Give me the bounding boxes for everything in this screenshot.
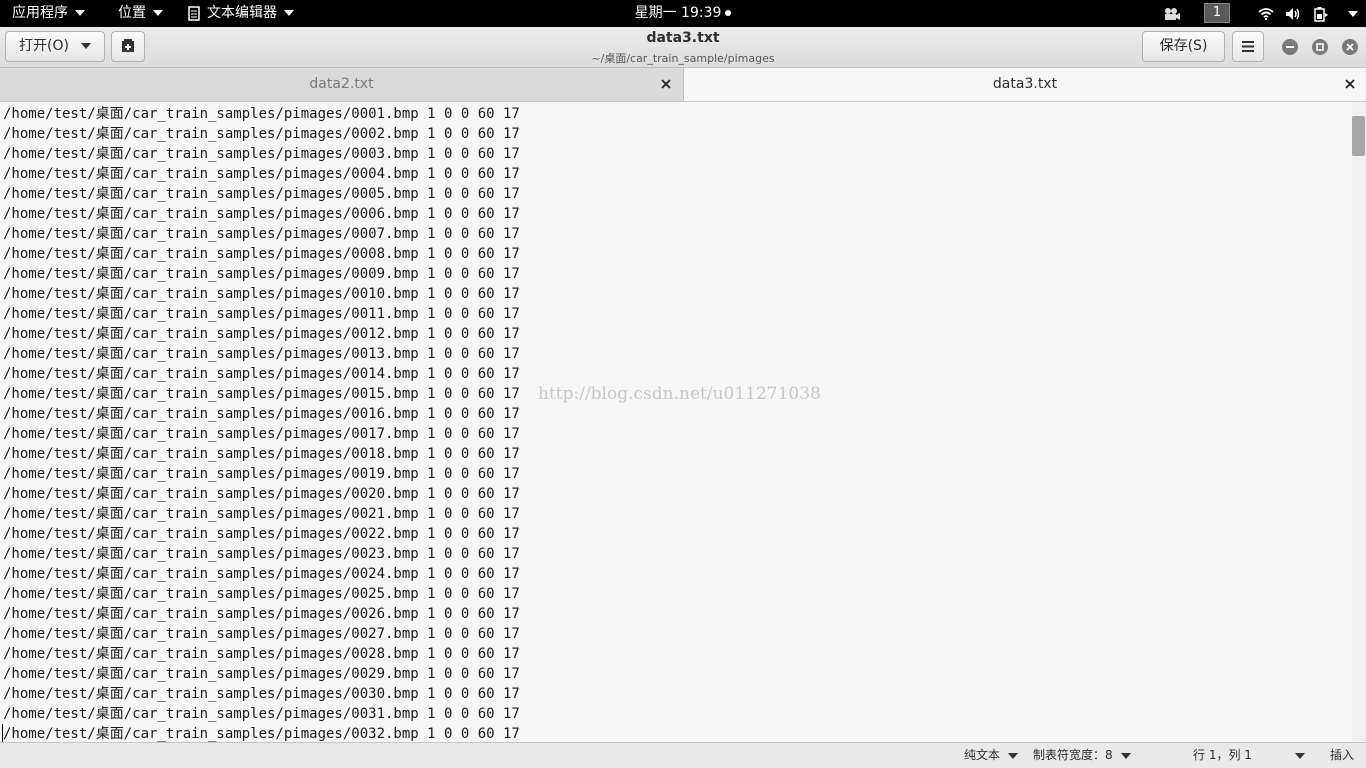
text-line: /home/test/桌面/car_train_samples/pimages/… (3, 466, 520, 482)
vertical-scrollbar[interactable] (1352, 102, 1366, 742)
tab-label: data3.txt (992, 76, 1058, 92)
hamburger-menu-button[interactable] (1232, 31, 1264, 62)
text-line: /home/test/桌面/car_train_samples/pimages/… (3, 306, 520, 322)
minimize-button[interactable] (1282, 39, 1298, 55)
cursor-position-label: 行 1，列 1 (1193, 748, 1252, 762)
text-line: /home/test/桌面/car_train_samples/pimages/… (3, 566, 520, 582)
text-line: /home/test/桌面/car_train_samples/pimages/… (3, 246, 520, 262)
close-tab-icon[interactable] (658, 76, 674, 92)
text-line: /home/test/桌面/car_train_samples/pimages/… (3, 686, 520, 702)
text-view[interactable]: /home/test/桌面/car_train_samples/pimages/… (0, 102, 1352, 742)
maximize-icon (1316, 43, 1324, 51)
camera-icon[interactable] (1163, 0, 1181, 27)
text-line: /home/test/桌面/car_train_samples/pimages/… (3, 426, 520, 442)
close-tab-icon[interactable] (1342, 76, 1358, 92)
text-lines: /home/test/桌面/car_train_samples/pimages/… (3, 104, 520, 742)
text-line: /home/test/桌面/car_train_samples/pimages/… (3, 266, 520, 282)
text-line: /home/test/桌面/car_train_samples/pimages/… (3, 386, 520, 402)
clock[interactable]: 星期一 19:39 (0, 0, 1366, 27)
notification-dot-icon (725, 10, 732, 16)
text-line: /home/test/桌面/car_train_samples/pimages/… (3, 446, 520, 462)
text-line: /home/test/桌面/car_train_samples/pimages/… (3, 286, 520, 302)
tab-label: data2.txt (309, 76, 374, 92)
tab-width-label: 制表符宽度：8 (1033, 748, 1113, 762)
tab-bar: data2.txt data3.txt (0, 68, 1366, 102)
clock-label: 星期一 19:39 (634, 5, 722, 21)
hamburger-menu-icon (1242, 40, 1254, 52)
text-line: /home/test/桌面/car_train_samples/pimages/… (3, 626, 520, 642)
watermark: http://blog.csdn.net/u011271038 (538, 384, 821, 404)
close-window-button[interactable] (1342, 39, 1358, 55)
maximize-button[interactable] (1312, 39, 1328, 55)
chevron-down-icon (1120, 752, 1131, 759)
chevron-down-icon (1008, 752, 1019, 759)
wifi-icon[interactable] (1258, 0, 1274, 27)
chevron-down-icon (1295, 753, 1305, 759)
battery-icon[interactable] (1313, 0, 1329, 27)
text-line: /home/test/桌面/car_train_samples/pimages/… (3, 706, 520, 722)
text-line: /home/test/桌面/car_train_samples/pimages/… (3, 546, 520, 562)
text-line: /home/test/桌面/car_train_samples/pimages/… (3, 346, 520, 362)
save-button-label: 保存(S) (1159, 38, 1208, 54)
status-bar: 纯文本 制表符宽度：8 行 1，列 1 插入 (0, 742, 1366, 768)
text-line: /home/test/桌面/car_train_samples/pimages/… (3, 326, 520, 342)
text-line: /home/test/桌面/car_train_samples/pimages/… (3, 486, 520, 502)
language-label: 纯文本 (964, 748, 1001, 762)
top-panel: 应用程序 位置 文本编辑器 星期一 19:39 1 (0, 0, 1366, 27)
text-line: /home/test/桌面/car_train_samples/pimages/… (3, 506, 520, 522)
close-icon (1346, 43, 1354, 51)
text-line: /home/test/桌面/car_train_samples/pimages/… (3, 106, 520, 122)
text-line: /home/test/桌面/car_train_samples/pimages/… (3, 366, 520, 382)
text-line: /home/test/桌面/car_train_samples/pimages/… (3, 646, 520, 662)
volume-icon[interactable] (1285, 0, 1302, 27)
text-line: /home/test/桌面/car_train_samples/pimages/… (3, 166, 520, 182)
text-line: /home/test/桌面/car_train_samples/pimages/… (3, 206, 520, 222)
text-line: /home/test/桌面/car_train_samples/pimages/… (3, 586, 520, 602)
text-line: /home/test/桌面/car_train_samples/pimages/… (3, 666, 520, 682)
tab-data2[interactable]: data2.txt (0, 68, 684, 101)
text-line: /home/test/桌面/car_train_samples/pimages/… (3, 146, 520, 162)
cursor-position-selector[interactable]: 行 1，列 1 (1193, 743, 1308, 768)
minimize-icon (1286, 46, 1294, 48)
tab-data3[interactable]: data3.txt (684, 68, 1366, 101)
workspace-indicator[interactable]: 1 (1204, 3, 1230, 23)
text-line: /home/test/桌面/car_train_samples/pimages/… (3, 226, 520, 242)
text-line: /home/test/桌面/car_train_samples/pimages/… (3, 186, 520, 202)
text-line: /home/test/桌面/car_train_samples/pimages/… (3, 526, 520, 542)
language-selector[interactable]: 纯文本 (964, 743, 1019, 768)
insert-mode-indicator[interactable]: 插入 (1330, 743, 1354, 768)
tab-width-selector[interactable]: 制表符宽度：8 (1033, 743, 1131, 768)
system-menu-chevron-icon[interactable] (1341, 0, 1358, 27)
text-cursor (2, 724, 3, 742)
text-line: /home/test/桌面/car_train_samples/pimages/… (3, 406, 520, 422)
text-line: /home/test/桌面/car_train_samples/pimages/… (3, 126, 520, 142)
save-button[interactable]: 保存(S) (1142, 31, 1225, 62)
scrollbar-thumb[interactable] (1352, 116, 1365, 156)
text-line: /home/test/桌面/car_train_samples/pimages/… (3, 726, 520, 742)
text-line: /home/test/桌面/car_train_samples/pimages/… (3, 606, 520, 622)
